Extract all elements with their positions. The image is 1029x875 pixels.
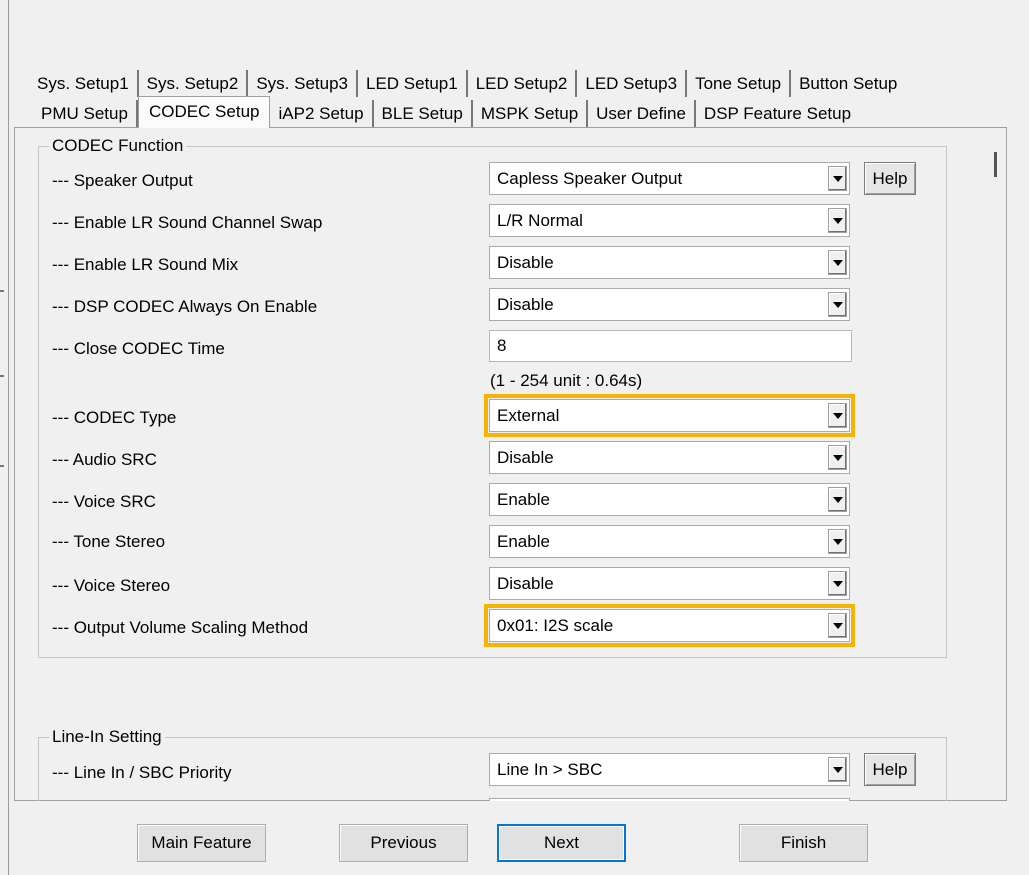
next-field-partial bbox=[489, 798, 850, 801]
tab-sys-setup3[interactable]: Sys. Setup3 bbox=[248, 70, 359, 97]
audio-src-select[interactable]: Disable bbox=[489, 441, 850, 474]
window-left-border bbox=[8, 0, 9, 875]
tab-sys-setup2[interactable]: Sys. Setup2 bbox=[138, 70, 249, 97]
voice-stereo-select[interactable]: Disable bbox=[489, 567, 850, 600]
tab-dsp-feature-setup[interactable]: DSP Feature Setup bbox=[695, 100, 860, 127]
chevron-down-icon bbox=[828, 487, 847, 512]
tab-tone-setup[interactable]: Tone Setup bbox=[687, 70, 792, 97]
codec-help-button[interactable]: Help bbox=[864, 162, 916, 195]
line-in-help-button[interactable]: Help bbox=[864, 753, 916, 786]
tab-sys-setup1[interactable]: Sys. Setup1 bbox=[29, 70, 139, 97]
tab-led-setup2[interactable]: LED Setup2 bbox=[467, 70, 578, 97]
codec-function-title: CODEC Function bbox=[49, 136, 187, 156]
codec-type-select[interactable]: External bbox=[489, 399, 850, 432]
close-codec-time-label: --- Close CODEC Time bbox=[52, 339, 225, 358]
main-feature-button[interactable]: Main Feature bbox=[137, 824, 266, 862]
close-codec-time-input[interactable]: 8 bbox=[489, 330, 852, 362]
line-in-priority-select[interactable]: Line In > SBC bbox=[489, 753, 850, 786]
left-edge-mark bbox=[0, 375, 4, 377]
lr-mix-select[interactable]: Disable bbox=[489, 246, 850, 279]
left-edge-mark bbox=[0, 465, 4, 467]
line-in-title: Line-In Setting bbox=[49, 727, 165, 747]
chevron-down-icon bbox=[828, 208, 847, 233]
tab-user-define[interactable]: User Define bbox=[588, 100, 696, 127]
chevron-down-icon bbox=[828, 250, 847, 275]
speaker-output-select[interactable]: Capless Speaker Output bbox=[489, 162, 850, 195]
volume-scaling-label: --- Output Volume Scaling Method bbox=[52, 618, 309, 637]
chevron-down-icon bbox=[828, 613, 847, 638]
tab-iap2-setup[interactable]: iAP2 Setup bbox=[270, 100, 374, 127]
finish-button[interactable]: Finish bbox=[739, 824, 868, 862]
chevron-down-icon bbox=[828, 757, 847, 782]
tab-led-setup1[interactable]: LED Setup1 bbox=[358, 70, 468, 97]
voice-stereo-label: --- Voice Stereo bbox=[52, 576, 171, 595]
speaker-output-label: --- Speaker Output bbox=[52, 171, 193, 190]
tab-ble-setup[interactable]: BLE Setup bbox=[373, 100, 473, 127]
close-codec-time-hint: (1 - 254 unit : 0.64s) bbox=[490, 371, 643, 390]
chevron-down-icon bbox=[828, 292, 847, 317]
previous-button[interactable]: Previous bbox=[339, 824, 468, 862]
voice-src-select[interactable]: Enable bbox=[489, 483, 850, 516]
tab-led-setup3[interactable]: LED Setup3 bbox=[577, 70, 688, 97]
left-edge-mark bbox=[0, 290, 4, 292]
tab-pmu-setup[interactable]: PMU Setup bbox=[33, 100, 138, 127]
audio-src-label: --- Audio SRC bbox=[52, 450, 157, 469]
lr-swap-select[interactable]: L/R Normal bbox=[489, 204, 850, 237]
tone-stereo-select[interactable]: Enable bbox=[489, 525, 850, 558]
codec-type-label: --- CODEC Type bbox=[52, 408, 177, 427]
tab-codec-setup[interactable]: CODEC Setup bbox=[137, 96, 271, 128]
tab-button-setup[interactable]: Button Setup bbox=[791, 70, 906, 97]
dsp-always-on-label: --- DSP CODEC Always On Enable bbox=[52, 297, 318, 316]
volume-scaling-select[interactable]: 0x01: I2S scale bbox=[489, 609, 850, 642]
lr-mix-label: --- Enable LR Sound Mix bbox=[52, 255, 239, 274]
tab-row-2: PMU Setup CODEC Setup iAP2 Setup BLE Set… bbox=[33, 96, 860, 128]
chevron-down-icon bbox=[828, 166, 847, 191]
chevron-down-icon bbox=[828, 571, 847, 596]
line-in-priority-label: --- Line In / SBC Priority bbox=[52, 763, 232, 782]
scroll-thumb[interactable] bbox=[994, 152, 997, 177]
lr-swap-label: --- Enable LR Sound Channel Swap bbox=[52, 213, 323, 232]
chevron-down-icon bbox=[828, 403, 847, 428]
chevron-down-icon bbox=[828, 445, 847, 470]
next-button[interactable]: Next bbox=[497, 824, 626, 862]
dsp-always-on-select[interactable]: Disable bbox=[489, 288, 850, 321]
voice-src-label: --- Voice SRC bbox=[52, 492, 156, 511]
tab-mspk-setup[interactable]: MSPK Setup bbox=[472, 100, 589, 127]
tab-row-1: Sys. Setup1 Sys. Setup2 Sys. Setup3 LED … bbox=[29, 70, 906, 97]
chevron-down-icon bbox=[828, 529, 847, 554]
tone-stereo-label: --- Tone Stereo bbox=[52, 532, 166, 551]
